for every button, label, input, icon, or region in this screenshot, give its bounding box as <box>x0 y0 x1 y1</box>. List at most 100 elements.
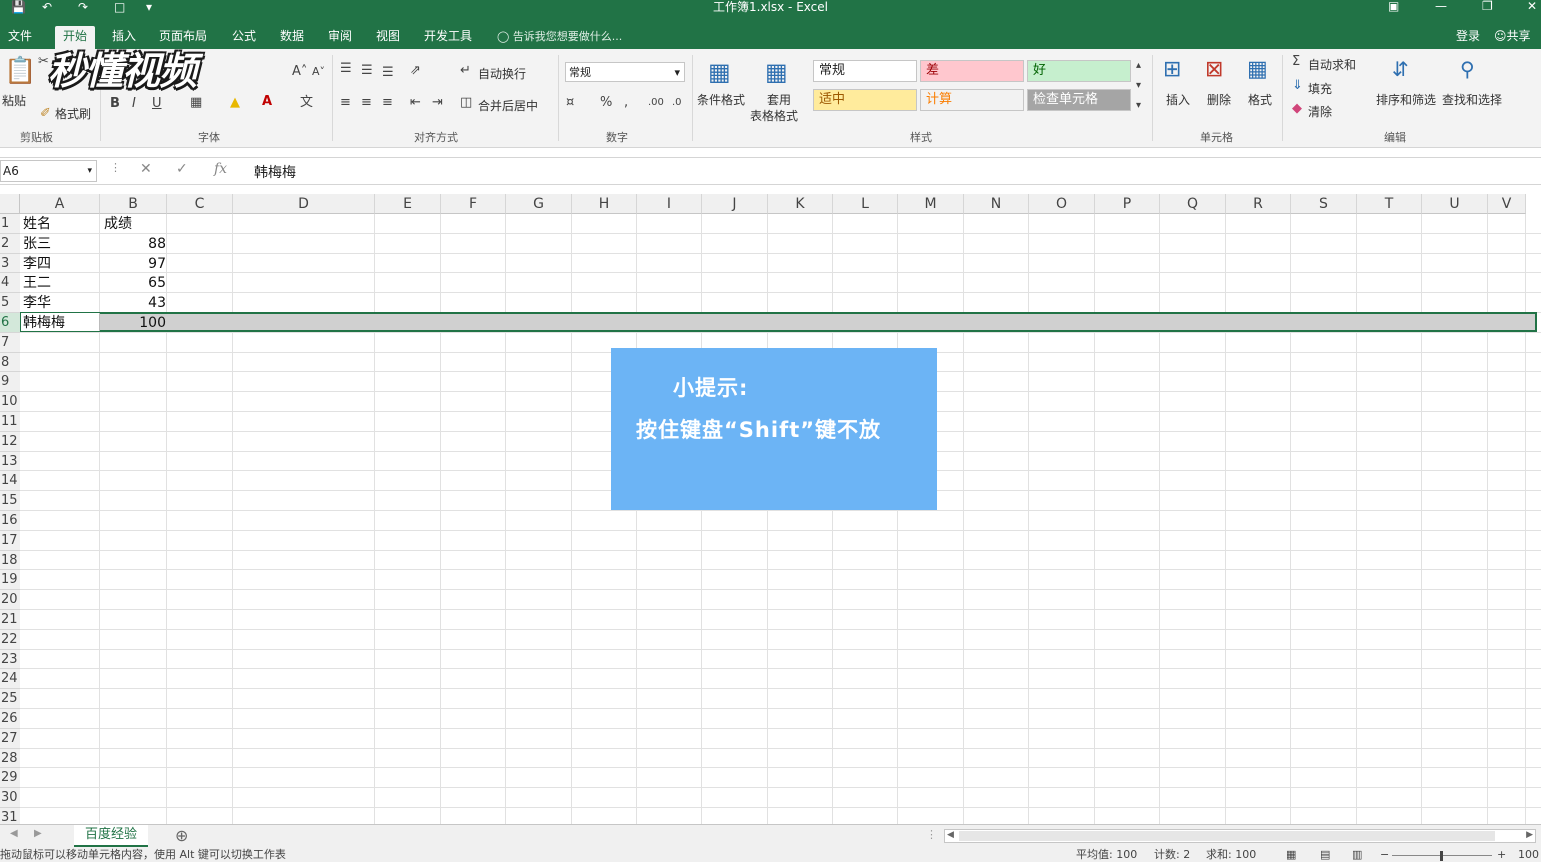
cell-score[interactable]: 100 <box>102 314 166 333</box>
column-header[interactable]: A <box>20 194 100 214</box>
row-header[interactable]: 27 <box>0 728 20 749</box>
row-header[interactable]: 5 <box>0 293 20 313</box>
row-header[interactable]: 10 <box>0 392 20 412</box>
column-header[interactable]: R <box>1226 194 1291 214</box>
row-header[interactable]: 4 <box>0 273 20 294</box>
orientation-icon[interactable]: ⇗ <box>410 64 421 78</box>
find-select-icon[interactable]: ⚲ <box>1460 57 1475 81</box>
number-format-select[interactable]: 常规 ▾ <box>565 62 685 82</box>
normal-view-icon[interactable]: ▦ <box>1286 848 1296 862</box>
column-header[interactable]: N <box>964 194 1029 214</box>
format-as-table-icon[interactable]: ▦ <box>765 59 788 85</box>
row-header[interactable]: 1 <box>0 214 20 234</box>
cell-score[interactable]: 成绩 <box>104 215 132 234</box>
sheet-tab[interactable]: 百度经验 <box>74 825 148 847</box>
border-icon[interactable]: ▦ <box>190 96 202 110</box>
bold-button[interactable]: B <box>110 97 120 111</box>
delete-cells-icon[interactable]: ⊠ <box>1205 57 1223 83</box>
format-painter-button[interactable]: 格式刷 <box>55 105 91 122</box>
share-button[interactable]: ☺共享 <box>1494 26 1531 47</box>
row-header[interactable]: 3 <box>0 253 20 274</box>
tab-view[interactable]: 视图 <box>368 26 408 49</box>
clear-button[interactable]: 清除 <box>1308 103 1332 120</box>
align-center-icon[interactable]: ≡ <box>361 96 372 110</box>
row-header[interactable]: 19 <box>0 570 20 591</box>
conditional-format-icon[interactable]: ▦ <box>708 59 731 85</box>
tab-data[interactable]: 数据 <box>272 26 312 49</box>
paste-button[interactable]: 粘贴 <box>2 92 26 109</box>
horizontal-scrollbar[interactable]: ◀ ▶ <box>944 829 1536 843</box>
column-header[interactable]: V <box>1488 194 1526 214</box>
shrink-font-icon[interactable]: A˅ <box>312 65 325 79</box>
cell-score[interactable]: 43 <box>102 294 166 313</box>
sort-filter-button[interactable]: 排序和筛选 <box>1376 91 1436 108</box>
row-header[interactable]: 24 <box>0 669 20 690</box>
cancel-icon[interactable]: ✕ <box>140 161 152 177</box>
insert-cells-button[interactable]: 插入 <box>1166 91 1190 108</box>
row-header[interactable]: 13 <box>0 451 20 472</box>
column-header[interactable]: Q <box>1160 194 1226 214</box>
align-left-icon[interactable]: ≡ <box>340 96 351 110</box>
fill-button[interactable]: 填充 <box>1308 80 1332 97</box>
autosum-button[interactable]: 自动求和 <box>1308 56 1356 73</box>
percent-icon[interactable]: % <box>600 96 612 110</box>
column-header[interactable]: H <box>572 194 637 214</box>
delete-cells-button[interactable]: 删除 <box>1207 91 1231 108</box>
row-header[interactable]: 22 <box>0 629 20 650</box>
format-as-table-line1[interactable]: 套用 <box>767 91 791 108</box>
underline-button[interactable]: U <box>152 97 162 111</box>
sort-filter-icon[interactable]: ⇵ <box>1392 57 1409 81</box>
ribbon-display-icon[interactable]: ▣ <box>1388 0 1399 12</box>
style-bad[interactable]: 差 <box>920 60 1024 82</box>
style-neutral[interactable]: 适中 <box>813 89 917 111</box>
style-normal[interactable]: 常规 <box>813 60 917 82</box>
font-color-icon[interactable]: A <box>262 95 272 109</box>
currency-icon[interactable]: ¤ <box>566 96 574 110</box>
cell-name[interactable]: 韩梅梅 <box>23 314 65 333</box>
cell-name[interactable]: 李四 <box>23 255 51 274</box>
tell-me-box[interactable]: ◯ 告诉我您想要做什么... <box>497 26 622 47</box>
tab-page-layout[interactable]: 页面布局 <box>151 26 215 49</box>
row-header[interactable]: 2 <box>0 233 20 254</box>
login-link[interactable]: 登录 <box>1456 26 1480 47</box>
column-header[interactable]: J <box>702 194 768 214</box>
format-cells-icon[interactable]: ▦ <box>1247 57 1268 83</box>
close-icon[interactable]: ✕ <box>1527 0 1537 12</box>
row-header[interactable]: 17 <box>0 530 20 551</box>
add-sheet-icon[interactable]: ⊕ <box>175 826 188 845</box>
paste-icon[interactable]: 📋 <box>4 57 36 85</box>
column-header[interactable]: F <box>441 194 506 214</box>
zoom-out-icon[interactable]: − <box>1380 848 1389 862</box>
column-header[interactable]: B <box>100 194 167 214</box>
style-calculation[interactable]: 计算 <box>920 89 1024 111</box>
tab-formulas[interactable]: 公式 <box>224 26 264 49</box>
format-cells-button[interactable]: 格式 <box>1248 91 1272 108</box>
cell-name[interactable]: 张三 <box>23 235 51 254</box>
format-painter-icon[interactable]: ✐ <box>40 107 51 121</box>
scroll-down-icon[interactable]: ▾ <box>1136 79 1141 93</box>
column-header[interactable]: K <box>768 194 833 214</box>
italic-button[interactable]: I <box>132 97 136 111</box>
column-header[interactable]: S <box>1291 194 1357 214</box>
row-header[interactable]: 12 <box>0 431 20 452</box>
row-header[interactable]: 16 <box>0 511 20 531</box>
column-header[interactable]: L <box>833 194 898 214</box>
style-good[interactable]: 好 <box>1027 60 1131 82</box>
row-header[interactable]: 18 <box>0 550 20 571</box>
row-header[interactable]: 29 <box>0 768 20 789</box>
fill-color-icon[interactable]: ▲ <box>230 96 240 110</box>
scroll-left-icon[interactable]: ◀ <box>10 828 18 839</box>
tab-developer[interactable]: 开发工具 <box>416 26 480 49</box>
increase-decimal-icon[interactable]: .00 <box>648 96 664 110</box>
row-header[interactable]: 23 <box>0 649 20 670</box>
row-header[interactable]: 9 <box>0 372 20 393</box>
comma-icon[interactable]: , <box>624 96 628 110</box>
wrap-text-icon[interactable]: ↵ <box>460 64 471 78</box>
splitter-icon[interactable]: ⋮ <box>926 828 937 841</box>
row-header[interactable]: 20 <box>0 590 20 610</box>
tab-review[interactable]: 审阅 <box>320 26 360 49</box>
align-middle-icon[interactable]: ☰ <box>361 64 373 78</box>
row-header[interactable]: 8 <box>0 352 20 373</box>
column-header[interactable]: P <box>1095 194 1160 214</box>
align-bottom-icon[interactable]: ☰ <box>382 66 394 80</box>
